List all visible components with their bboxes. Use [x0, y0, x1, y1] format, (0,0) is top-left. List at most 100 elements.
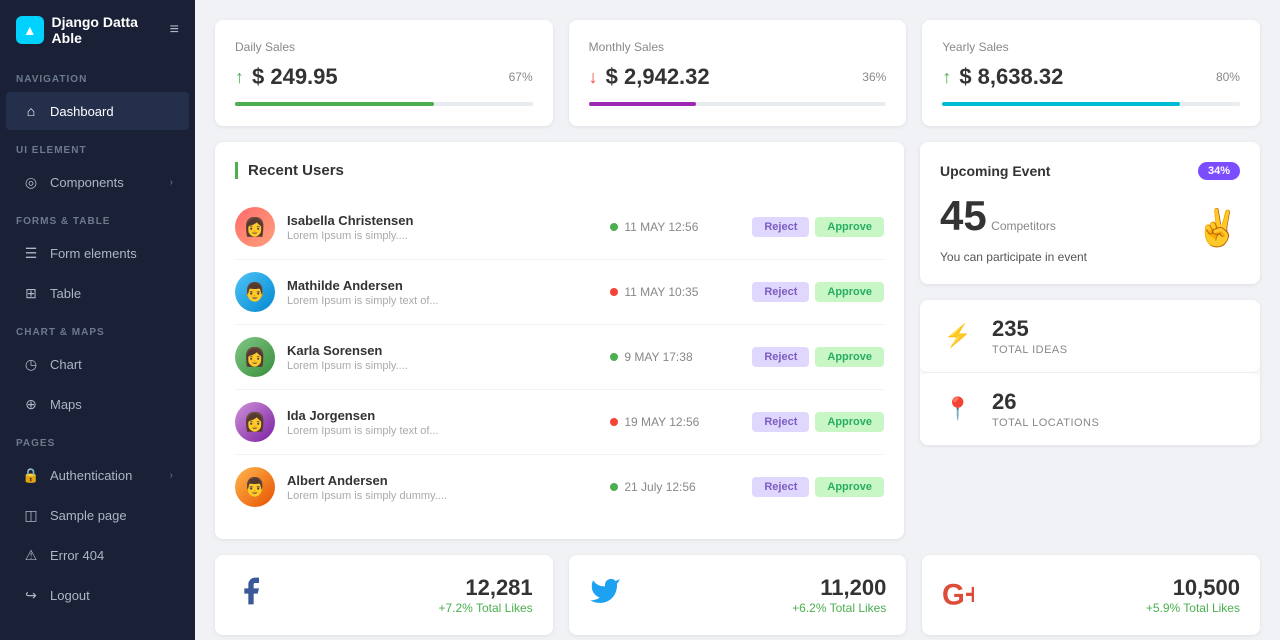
user-date: 21 July 12:56	[624, 480, 695, 494]
nav-section-forms: FORMS & TABLE	[0, 202, 195, 233]
stats-row: Daily Sales ↑ $ 249.95 67% Monthly Sales…	[215, 20, 1260, 126]
user-name: Karla Sorensen	[287, 343, 598, 358]
sidebar-item-components[interactable]: ◎ Components ›	[6, 163, 189, 201]
twitter-change: +6.2% Total Likes	[792, 601, 886, 615]
user-desc: Lorem Ipsum is simply....	[287, 230, 598, 242]
sidebar-item-chart[interactable]: ◷ Chart	[6, 345, 189, 383]
reject-button[interactable]: Reject	[752, 347, 809, 367]
sidebar-logo: ▲ Django Datta Able	[16, 14, 170, 46]
user-date: 19 MAY 12:56	[624, 415, 699, 429]
table-row: 👩 Ida Jorgensen Lorem Ipsum is simply te…	[235, 390, 884, 455]
user-name: Ida Jorgensen	[287, 408, 598, 423]
facebook-icon	[235, 575, 267, 615]
event-desc: You can participate in event	[940, 250, 1087, 264]
yearly-sales-percent: 80%	[1216, 70, 1240, 84]
mini-stats-wrapper: ⚡ 235 TOTAL IDEAS 📍 26 TOTAL LOCATIONS	[920, 300, 1260, 445]
user-desc: Lorem Ipsum is simply dummy....	[287, 490, 598, 502]
total-ideas-card: ⚡ 235 TOTAL IDEAS	[920, 300, 1260, 373]
error-404-label: Error 404	[50, 548, 104, 563]
sidebar: ▲ Django Datta Able ≡ NAVIGATION ⌂ Dashb…	[0, 0, 195, 640]
event-badge: 34%	[1198, 162, 1240, 180]
chevron-right-icon-auth: ›	[170, 470, 173, 481]
logo-icon: ▲	[16, 16, 44, 44]
right-panel: Upcoming Event 34% 45 Competitors You ca…	[920, 142, 1260, 445]
sidebar-item-form-elements[interactable]: ☰ Form elements	[6, 234, 189, 272]
google-count: 10,500	[1146, 575, 1240, 601]
chart-label: Chart	[50, 357, 82, 372]
approve-button[interactable]: Approve	[815, 217, 884, 237]
sidebar-toggle-icon[interactable]: ≡	[170, 21, 179, 39]
form-elements-label: Form elements	[50, 246, 137, 261]
approve-button[interactable]: Approve	[815, 282, 884, 302]
yearly-arrow-icon: ↑	[942, 67, 951, 88]
error-icon: ⚠	[22, 546, 40, 564]
reject-button[interactable]: Reject	[752, 217, 809, 237]
table-label: Table	[50, 286, 81, 301]
user-name: Albert Andersen	[287, 473, 598, 488]
recent-users-card: Recent Users 👩 Isabella Christensen Lore…	[215, 142, 904, 539]
status-indicator	[610, 223, 618, 231]
sidebar-item-sample-page[interactable]: ◫ Sample page	[6, 496, 189, 534]
monthly-sales-percent: 36%	[862, 70, 886, 84]
total-ideas-label: TOTAL IDEAS	[992, 344, 1068, 356]
sample-icon: ◫	[22, 506, 40, 524]
nav-section-navigation: NAVIGATION	[0, 60, 195, 91]
avatar: 👩	[235, 337, 275, 377]
yearly-sales-value: $ 8,638.32	[959, 64, 1063, 90]
google-change: +5.9% Total Likes	[1146, 601, 1240, 615]
twitter-icon	[589, 575, 621, 615]
sidebar-header: ▲ Django Datta Able ≡	[0, 0, 195, 60]
google-plus-icon: G+	[942, 575, 974, 615]
yearly-sales-card: Yearly Sales ↑ $ 8,638.32 80%	[922, 20, 1260, 126]
approve-button[interactable]: Approve	[815, 412, 884, 432]
total-locations-card: 📍 26 TOTAL LOCATIONS	[920, 373, 1260, 445]
twitter-card: 11,200 +6.2% Total Likes	[569, 555, 907, 635]
sidebar-item-authentication[interactable]: 🔒 Authentication ›	[6, 456, 189, 494]
approve-button[interactable]: Approve	[815, 347, 884, 367]
table-row: 👨 Albert Andersen Lorem Ipsum is simply …	[235, 455, 884, 519]
yearly-sales-bar	[942, 102, 1180, 106]
sidebar-item-dashboard[interactable]: ⌂ Dashboard	[6, 92, 189, 130]
user-desc: Lorem Ipsum is simply text of...	[287, 425, 598, 437]
reject-button[interactable]: Reject	[752, 412, 809, 432]
user-desc: Lorem Ipsum is simply text of...	[287, 295, 598, 307]
maps-icon: ⊕	[22, 395, 40, 413]
lightning-icon: ⚡	[940, 323, 976, 349]
daily-arrow-icon: ↑	[235, 67, 244, 88]
table-row: 👩 Isabella Christensen Lorem Ipsum is si…	[235, 195, 884, 260]
user-date: 11 MAY 12:56	[624, 220, 698, 234]
table-row: 👩 Karla Sorensen Lorem Ipsum is simply..…	[235, 325, 884, 390]
total-locations-label: TOTAL LOCATIONS	[992, 417, 1099, 429]
reject-button[interactable]: Reject	[752, 282, 809, 302]
total-locations-value: 26	[992, 389, 1099, 415]
monthly-sales-card: Monthly Sales ↓ $ 2,942.32 36%	[569, 20, 907, 126]
status-indicator	[610, 353, 618, 361]
status-indicator	[610, 418, 618, 426]
components-icon: ◎	[22, 173, 40, 191]
yearly-sales-label: Yearly Sales	[942, 40, 1240, 54]
table-row: 👨 Mathilde Andersen Lorem Ipsum is simpl…	[235, 260, 884, 325]
sidebar-item-logout[interactable]: ↪ Logout	[6, 576, 189, 614]
status-indicator	[610, 288, 618, 296]
twitter-count: 11,200	[792, 575, 886, 601]
daily-sales-label: Daily Sales	[235, 40, 533, 54]
dashboard-label: Dashboard	[50, 104, 114, 119]
facebook-change: +7.2% Total Likes	[438, 601, 532, 615]
monthly-sales-bar-container	[589, 102, 887, 106]
nav-section-chart-maps: CHART & MAPS	[0, 313, 195, 344]
reject-button[interactable]: Reject	[752, 477, 809, 497]
authentication-label: Authentication	[50, 468, 132, 483]
sidebar-item-error-404[interactable]: ⚠ Error 404	[6, 536, 189, 574]
components-label: Components	[50, 175, 124, 190]
daily-sales-bar	[235, 102, 434, 106]
user-desc: Lorem Ipsum is simply....	[287, 360, 598, 372]
table-icon: ⊞	[22, 284, 40, 302]
status-indicator	[610, 483, 618, 491]
approve-button[interactable]: Approve	[815, 477, 884, 497]
chevron-right-icon: ›	[170, 177, 173, 188]
user-name: Isabella Christensen	[287, 213, 598, 228]
monthly-sales-label: Monthly Sales	[589, 40, 887, 54]
sidebar-item-table[interactable]: ⊞ Table	[6, 274, 189, 312]
daily-sales-percent: 67%	[509, 70, 533, 84]
sidebar-item-maps[interactable]: ⊕ Maps	[6, 385, 189, 423]
